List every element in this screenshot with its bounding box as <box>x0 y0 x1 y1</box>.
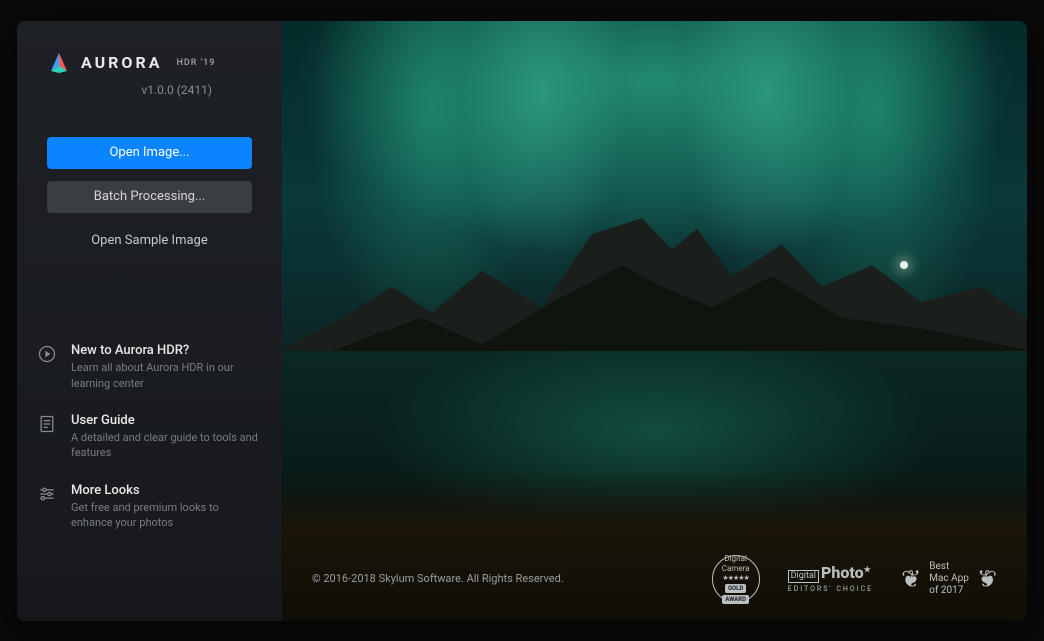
award-text: Best Mac App of 2017 <box>929 561 969 597</box>
resource-desc: Learn all about Aurora HDR in our learni… <box>71 360 262 391</box>
copyright-text: © 2016-2018 Skylum Software. All Rights … <box>312 572 564 585</box>
resource-title: User Guide <box>71 413 262 428</box>
resource-user-guide[interactable]: User Guide A detailed and clear guide to… <box>37 413 262 461</box>
stars-icon: ★★★★★ <box>722 574 748 582</box>
resource-title: More Looks <box>71 483 262 498</box>
award-brand: Digital Photo ★ <box>788 565 871 583</box>
award-digital-photo: Digital Photo ★ EDITORS' CHOICE <box>788 565 874 593</box>
version-label: v1.0.0 (2411) <box>47 83 252 97</box>
resource-title: New to Aurora HDR? <box>71 343 262 358</box>
resource-text: More Looks Get free and premium looks to… <box>71 483 262 531</box>
footer: © 2016-2018 Skylum Software. All Rights … <box>312 555 997 603</box>
award-line: Mac App <box>929 573 969 585</box>
resource-desc: Get free and premium looks to enhance yo… <box>71 500 262 531</box>
batch-processing-button[interactable]: Batch Processing... <box>47 181 252 213</box>
aurora-logo-icon <box>47 51 71 75</box>
award-subtitle: EDITORS' CHOICE <box>788 585 874 593</box>
play-circle-icon <box>37 344 57 364</box>
moon <box>900 261 908 269</box>
star-icon: ★ <box>864 566 871 574</box>
awards-row: Digital Camera ★★★★★ GOLD AWARD Digital … <box>712 555 997 603</box>
action-buttons: Open Image... Batch Processing... Open S… <box>17 107 282 257</box>
award-badge: GOLD <box>725 584 746 593</box>
award-digital-camera: Digital Camera ★★★★★ GOLD AWARD <box>712 555 760 603</box>
award-brand-name: Photo <box>821 565 864 581</box>
award-best-mac-app: ❦ Best Mac App of 2017 ❦ <box>901 561 997 597</box>
laurel-left-icon: ❦ <box>901 567 921 591</box>
award-line: Digital <box>724 554 747 563</box>
logo-area: AURORA HDR '19 v1.0.0 (2411) <box>17 51 282 107</box>
resources-list: New to Aurora HDR? Learn all about Auror… <box>17 343 282 590</box>
welcome-window: AURORA HDR '19 v1.0.0 (2411) Open Image.… <box>17 21 1027 621</box>
resource-desc: A detailed and clear guide to tools and … <box>71 430 262 461</box>
laurel-right-icon: ❦ <box>977 567 997 591</box>
award-line: Camera <box>722 564 750 573</box>
app-name: AURORA <box>81 53 162 72</box>
app-suffix: HDR '19 <box>176 58 215 68</box>
resource-learning-center[interactable]: New to Aurora HDR? Learn all about Auror… <box>37 343 262 391</box>
award-line: Best <box>929 561 969 573</box>
award-line: of 2017 <box>929 585 969 597</box>
hero-image: © 2016-2018 Skylum Software. All Rights … <box>282 21 1027 621</box>
resource-text: User Guide A detailed and clear guide to… <box>71 413 262 461</box>
award-prefix: Digital <box>788 570 819 583</box>
open-sample-image-button[interactable]: Open Sample Image <box>47 225 252 257</box>
resource-more-looks[interactable]: More Looks Get free and premium looks to… <box>37 483 262 531</box>
logo: AURORA HDR '19 <box>47 51 252 75</box>
sidebar: AURORA HDR '19 v1.0.0 (2411) Open Image.… <box>17 21 282 621</box>
document-icon <box>37 414 57 434</box>
sliders-icon <box>37 484 57 504</box>
award-badge: AWARD <box>722 595 749 604</box>
resource-text: New to Aurora HDR? Learn all about Auror… <box>71 343 262 391</box>
open-image-button[interactable]: Open Image... <box>47 137 252 169</box>
